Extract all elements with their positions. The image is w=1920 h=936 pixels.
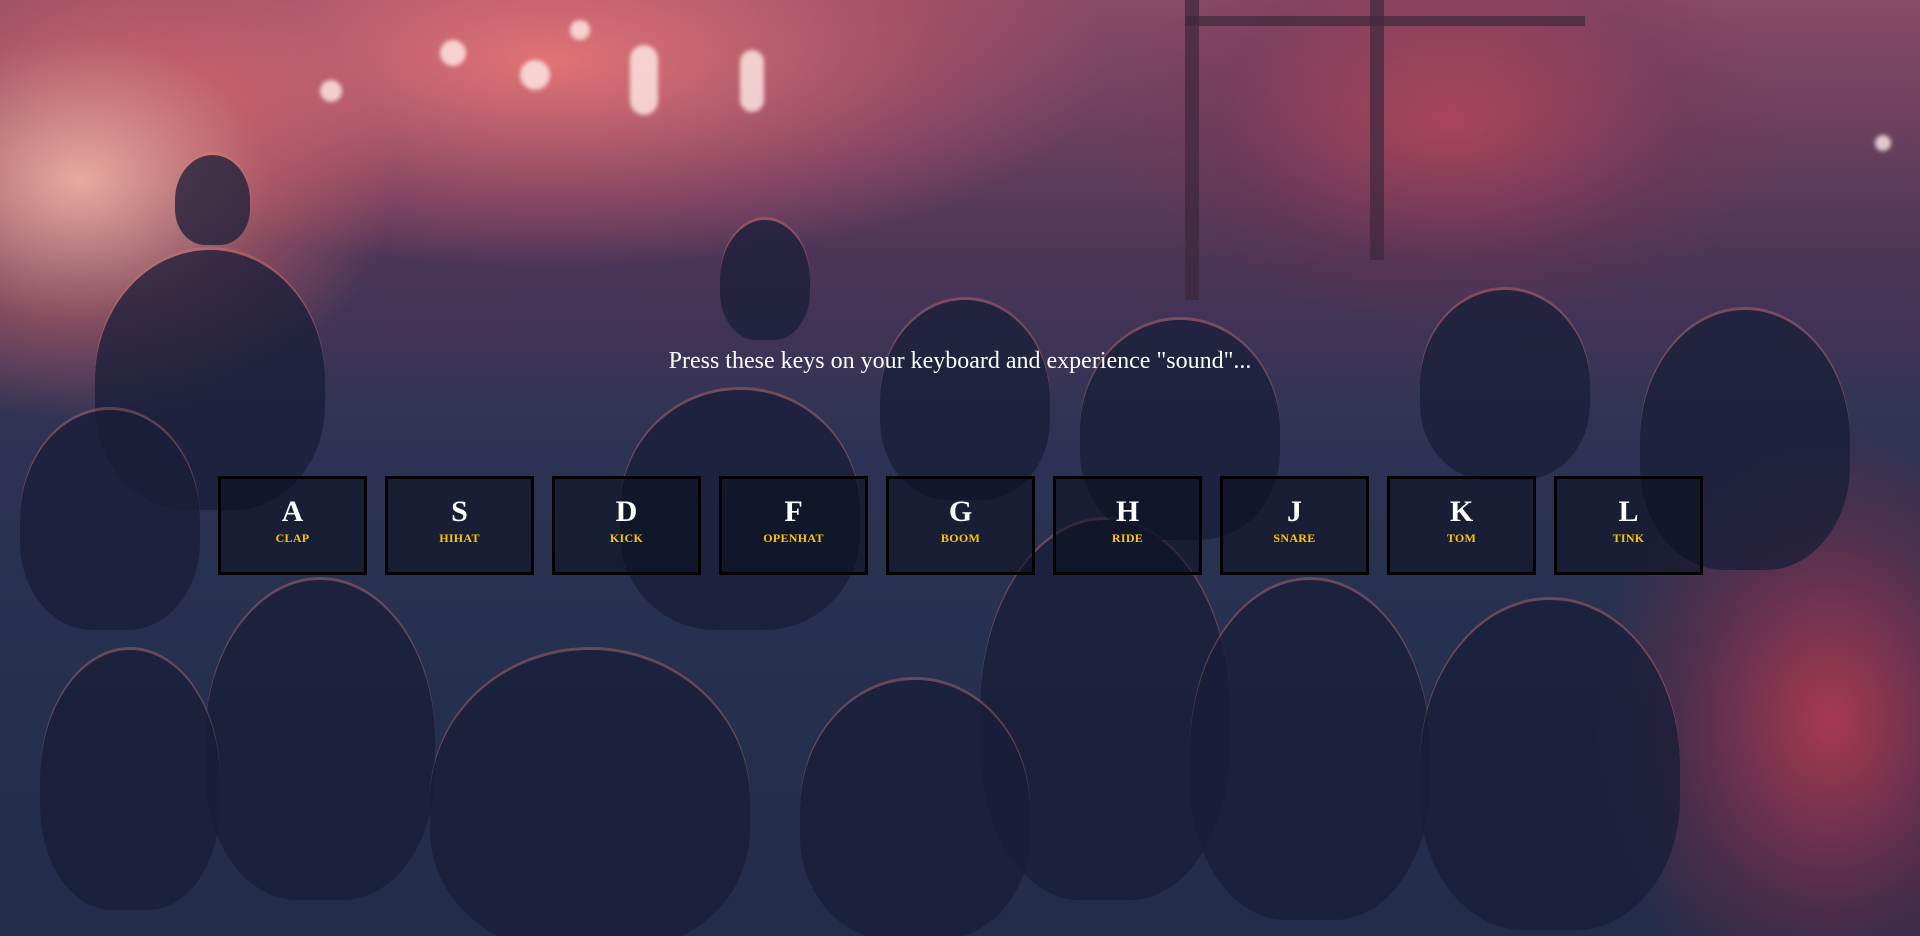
key-k[interactable]: K TOM [1387,476,1536,575]
concert-background-image [0,0,1920,936]
key-h[interactable]: H RIDE [1053,476,1202,575]
key-j[interactable]: J SNARE [1220,476,1369,575]
sound-label: RIDE [1111,531,1144,545]
instruction-text: Press these keys on your keyboard and ex… [668,348,1252,374]
key-letter: L [1618,495,1639,528]
key-l[interactable]: L TINK [1554,476,1703,575]
key-letter: K [1449,495,1474,528]
key-f[interactable]: F OPENHAT [719,476,868,575]
key-d[interactable]: D KICK [552,476,701,575]
drum-keys: A CLAP S HIHAT D KICK F OPENHAT G BOOM H… [218,476,1703,575]
sound-label: TINK [1612,531,1645,545]
sound-label: SNARE [1273,531,1316,545]
key-letter: H [1115,495,1140,528]
key-a[interactable]: A CLAP [218,476,367,575]
key-s[interactable]: S HIHAT [385,476,534,575]
key-letter: D [615,495,638,528]
sound-label: HIHAT [439,531,480,545]
key-letter: A [281,495,304,528]
sound-label: BOOM [940,531,981,545]
sound-label: CLAP [275,531,310,545]
sound-label: KICK [609,531,644,545]
key-letter: F [784,495,803,528]
key-g[interactable]: G BOOM [886,476,1035,575]
key-letter: S [451,495,468,528]
sound-label: OPENHAT [763,531,824,545]
key-letter: J [1287,495,1302,528]
sound-label: TOM [1446,531,1477,545]
key-letter: G [948,495,973,528]
